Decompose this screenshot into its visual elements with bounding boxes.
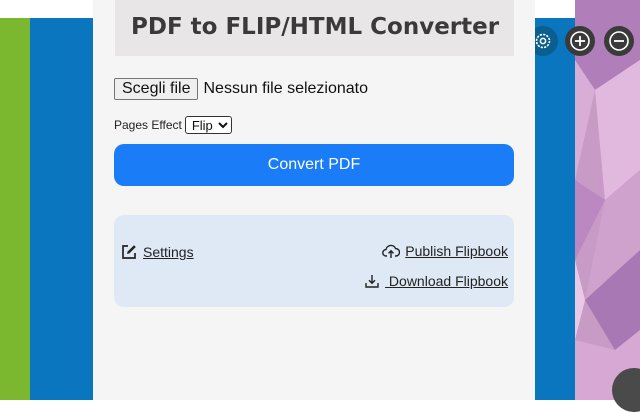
file-input-row: Scegli file Nessun file selezionato <box>114 77 368 101</box>
download-flipbook-label: Download Flipbook <box>385 273 508 289</box>
settings-label: Settings <box>143 244 194 260</box>
actions-box: Settings Publish Flipbook Download Flipb… <box>114 215 514 307</box>
publish-flipbook-label: Publish Flipbook <box>405 243 508 259</box>
viewer-toolbar <box>522 22 640 58</box>
download-icon <box>365 275 379 288</box>
header: PDF to FLIP/HTML Converter <box>115 0 514 56</box>
pages-effect-label: Pages Effect <box>114 118 182 132</box>
page-title: PDF to FLIP/HTML Converter <box>131 14 500 40</box>
settings-link[interactable]: Settings <box>120 243 194 261</box>
background-green-band <box>0 18 30 400</box>
pages-effect-row: Pages Effect Flip <box>114 116 232 134</box>
publish-flipbook-link[interactable]: Publish Flipbook <box>382 243 508 259</box>
zoom-out-icon[interactable] <box>604 26 634 56</box>
cloud-upload-icon <box>382 244 401 258</box>
convert-pdf-button[interactable]: Convert PDF <box>114 144 514 186</box>
file-status-text: Nessun file selezionato <box>203 80 369 97</box>
edit-icon <box>122 245 136 259</box>
zoom-in-icon[interactable] <box>565 26 595 56</box>
pages-effect-select[interactable]: Flip <box>184 116 232 134</box>
converter-panel: PDF to FLIP/HTML Converter Scegli file N… <box>93 0 535 400</box>
download-flipbook-link[interactable]: Download Flipbook <box>364 273 508 289</box>
background-artwork <box>575 0 640 400</box>
choose-file-button[interactable]: Scegli file <box>114 78 199 100</box>
